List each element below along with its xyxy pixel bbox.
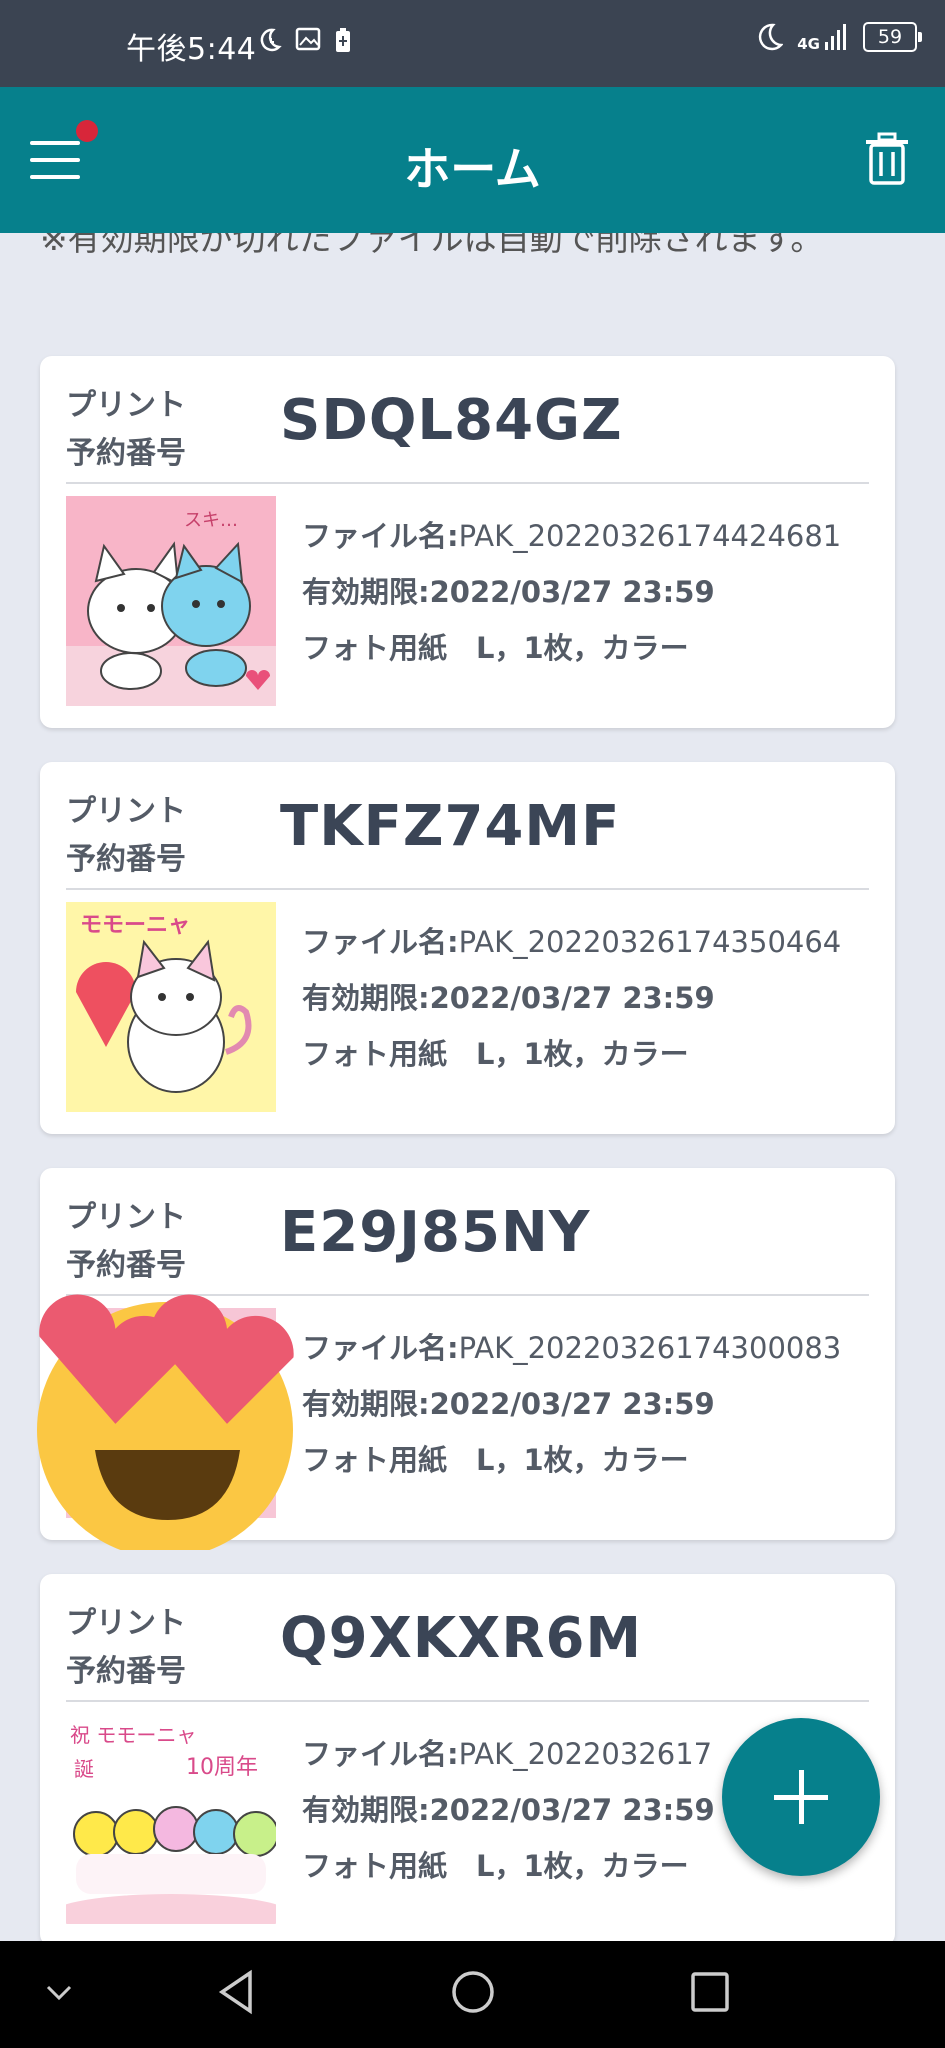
app-bar: ホーム bbox=[0, 87, 945, 233]
print-spec: フォト用紙 L，1枚，カラー bbox=[302, 1037, 689, 1071]
divider bbox=[66, 888, 869, 890]
file-label: ファイル名: bbox=[302, 1737, 459, 1771]
heart-eyes-emoji-sticker bbox=[37, 1294, 294, 1550]
file-label: ファイル名: bbox=[302, 1331, 459, 1365]
home-icon[interactable] bbox=[450, 1969, 496, 2015]
network-type: 4G bbox=[797, 35, 820, 53]
image-icon bbox=[295, 27, 321, 51]
thumb-caption: 祝 モモーニャ bbox=[70, 1723, 196, 1747]
file-label: ファイル名: bbox=[302, 519, 459, 553]
expiry-label: 有効期限: bbox=[302, 575, 430, 609]
chevron-down-icon[interactable] bbox=[44, 1981, 74, 2005]
thumb-caption: 誕 bbox=[74, 1757, 94, 1781]
thumbnail-image: モモーニャ bbox=[66, 902, 276, 1112]
file-name: PAK_20220326174350464 bbox=[458, 925, 842, 959]
expiry-label: 有効期限: bbox=[302, 1793, 430, 1827]
expiry-label: 有効期限: bbox=[302, 1387, 430, 1421]
moon-clock-icon bbox=[260, 28, 282, 52]
card-info: ファイル名:PAK_2022032617 有効期限:2022/03/27 23:… bbox=[302, 1726, 715, 1894]
file-label: ファイル名: bbox=[302, 925, 459, 959]
expiry-row: 有効期限:2022/03/27 23:59 bbox=[302, 970, 841, 1026]
card-info: ファイル名:PAK_20220326174424681 有効期限:2022/03… bbox=[302, 508, 841, 676]
expiry-row: 有効期限:2022/03/27 23:59 bbox=[302, 1782, 715, 1838]
signal-icon bbox=[825, 24, 846, 50]
anniversary-cats-illustration: 祝 モモーニャ 誕 10周年 bbox=[66, 1714, 276, 1924]
reservation-list[interactable]: ※有効期限が切れたファイルは自動で削除されます。 プリント 予約番号 SDQL8… bbox=[0, 233, 945, 1941]
print-spec: フォト用紙 L，1枚，カラー bbox=[302, 631, 689, 665]
file-name: PAK_20220326174300083 bbox=[458, 1331, 842, 1365]
page-title: ホーム bbox=[404, 142, 541, 196]
add-button[interactable] bbox=[722, 1718, 880, 1876]
reservation-code: Q9XKXR6M bbox=[280, 1606, 643, 1671]
reservation-code: TKFZ74MF bbox=[280, 794, 621, 859]
reservation-card[interactable]: プリント 予約番号 SDQL84GZ スキ… ファイル名:PAK_2022032… bbox=[40, 356, 895, 728]
label-line: プリント bbox=[66, 1200, 186, 1235]
status-right-icons: 4G 59 bbox=[753, 22, 922, 52]
battery-indicator: 59 bbox=[863, 22, 922, 52]
label-line: 予約番号 bbox=[66, 1654, 186, 1689]
plus-icon-stroke bbox=[799, 1770, 804, 1824]
reservation-card[interactable]: プリント 予約番号 TKFZ74MF モモーニャ ファイル名:PAK_20220… bbox=[40, 762, 895, 1134]
trash-icon bbox=[866, 132, 908, 185]
battery-saver-icon bbox=[336, 28, 350, 52]
label-line: プリント bbox=[66, 1606, 186, 1641]
thumbnail-image: スキ… bbox=[66, 496, 276, 706]
back-icon[interactable] bbox=[216, 1969, 256, 2015]
file-name-row: ファイル名:PAK_20220326174350464 bbox=[302, 914, 841, 970]
file-name-row: ファイル名:PAK_2022032617 bbox=[302, 1726, 715, 1782]
label-line: 予約番号 bbox=[66, 842, 186, 877]
expiry-value: 2022/03/27 23:59 bbox=[429, 575, 715, 609]
card-label: プリント 予約番号 bbox=[66, 1194, 186, 1290]
card-info: ファイル名:PAK_20220326174350464 有効期限:2022/03… bbox=[302, 914, 841, 1082]
card-label: プリント 予約番号 bbox=[66, 382, 186, 478]
cat-heart-illustration: モモーニャ bbox=[66, 902, 276, 1112]
print-spec: フォト用紙 L，1枚，カラー bbox=[302, 1443, 689, 1477]
expiry-value: 2022/03/27 23:59 bbox=[429, 981, 715, 1015]
system-nav-bar bbox=[0, 1941, 945, 2048]
label-line: プリント bbox=[66, 388, 186, 423]
expiry-label: 有効期限: bbox=[302, 981, 430, 1015]
status-left-icons bbox=[255, 26, 353, 54]
card-label: プリント 予約番号 bbox=[66, 1600, 186, 1696]
do-not-disturb-moon-icon bbox=[759, 23, 784, 51]
expiry-row: 有効期限:2022/03/27 23:59 bbox=[302, 1376, 841, 1432]
reservation-code: SDQL84GZ bbox=[280, 388, 623, 453]
thumb-caption: スキ… bbox=[184, 510, 238, 531]
thumbnail-image: 祝 モモーニャ 誕 10周年 bbox=[66, 1714, 276, 1924]
network-indicator: 4G bbox=[797, 22, 849, 52]
file-name-row: ファイル名:PAK_20220326174300083 bbox=[302, 1320, 841, 1376]
thumb-caption: 10周年 bbox=[186, 1755, 258, 1780]
file-name: PAK_20220326174424681 bbox=[458, 519, 842, 553]
status-bar: 午後5:44 4G 59 bbox=[0, 0, 945, 87]
delete-button[interactable] bbox=[864, 132, 916, 190]
expiry-notice: ※有効期限が切れたファイルは自動で削除されます。 bbox=[40, 233, 824, 258]
recents-icon[interactable] bbox=[690, 1971, 730, 2013]
status-time: 午後5:44 bbox=[126, 32, 257, 67]
file-name-row: ファイル名:PAK_20220326174424681 bbox=[302, 508, 841, 564]
expiry-row: 有効期限:2022/03/27 23:59 bbox=[302, 564, 841, 620]
reservation-code: E29J85NY bbox=[280, 1200, 591, 1265]
label-line: プリント bbox=[66, 794, 186, 829]
card-info: ファイル名:PAK_20220326174300083 有効期限:2022/03… bbox=[302, 1320, 841, 1488]
thumb-caption: モモーニャ bbox=[80, 913, 190, 938]
cats-hug-illustration: スキ… bbox=[66, 496, 276, 706]
card-label: プリント 予約番号 bbox=[66, 788, 186, 884]
print-spec: フォト用紙 L，1枚，カラー bbox=[302, 1849, 689, 1883]
divider bbox=[66, 482, 869, 484]
expiry-value: 2022/03/27 23:59 bbox=[429, 1387, 715, 1421]
expiry-value: 2022/03/27 23:59 bbox=[429, 1793, 715, 1827]
file-name: PAK_2022032617 bbox=[458, 1737, 713, 1771]
label-line: 予約番号 bbox=[66, 436, 186, 471]
divider bbox=[66, 1700, 869, 1702]
